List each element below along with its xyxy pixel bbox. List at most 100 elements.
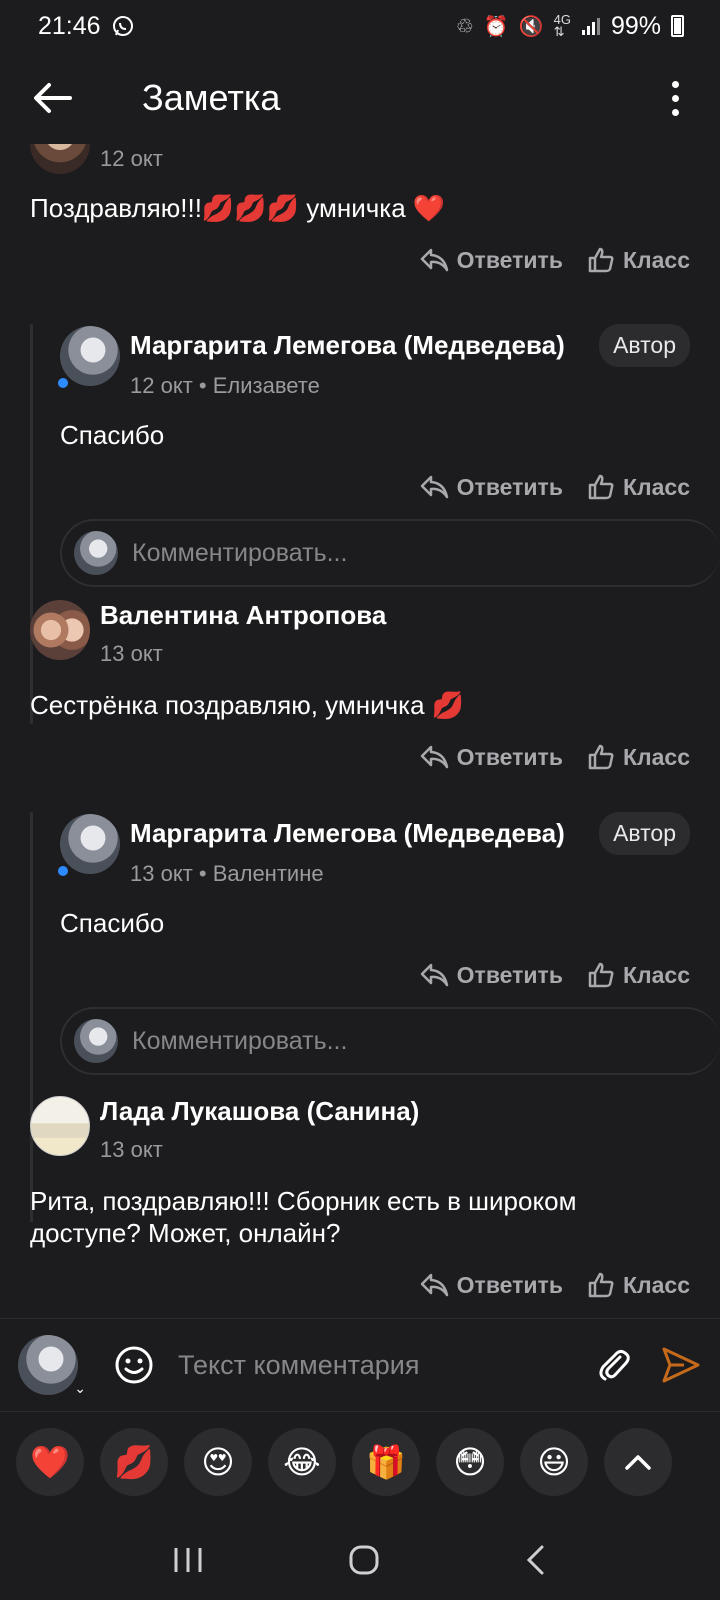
avatar[interactable] [56,814,120,878]
status-bar: 21:46 ♲ ⏰ 🔇 4G ⇅ 99% [0,0,720,52]
send-icon[interactable] [660,1345,702,1385]
reply-input[interactable]: Комментировать... [60,519,720,587]
profile-switcher[interactable]: ⌄ [18,1335,86,1396]
mute-icon: 🔇 [518,15,544,38]
like-button[interactable]: Класс [587,743,690,771]
chevron-up-icon [625,1455,651,1470]
avatar[interactable] [30,600,90,660]
back-nav-icon[interactable] [524,1544,548,1576]
comment-date: 13 окт [100,641,163,666]
more-dot [671,94,679,102]
online-indicator [56,864,70,878]
reaction-kiss[interactable]: 💋 [100,1428,168,1496]
reply-input-placeholder: Комментировать... [132,538,348,567]
reaction-gift[interactable]: 🎁 [352,1428,420,1496]
avatar[interactable] [30,144,90,174]
chevron-down-icon: ⌄ [74,1380,86,1396]
reaction-heart[interactable]: ❤️ [16,1428,84,1496]
reaction-laugh[interactable]: 😂 [268,1428,336,1496]
comment-text: Рита, поздравляю!!! Сборник есть в широк… [30,1186,577,1248]
like-button[interactable]: Класс [587,1271,690,1299]
more-dot [671,108,679,116]
more-dot [671,80,679,88]
thumbs-up-icon [588,744,614,770]
arrow-left-icon [34,83,72,113]
reply-button[interactable]: Ответить [419,961,563,989]
thumbs-up-icon [588,247,614,273]
reply-button[interactable]: Ответить [419,473,563,501]
reply-label: Ответить [456,961,563,988]
whatsapp-icon [112,16,133,36]
app-bar: Заметка [0,52,720,144]
back-button[interactable] [30,76,74,120]
alarm-icon: ⏰ [483,15,509,38]
battery-percent: 99% [610,11,661,40]
recent-apps-icon[interactable] [172,1545,204,1575]
reply-icon [420,745,448,769]
comment-text: Поздравляю!!!💋💋💋 умничка ❤️ [30,193,446,223]
reply-button[interactable]: Ответить [419,1271,563,1299]
author-name[interactable]: Валентина Антропова [100,600,690,631]
comment-input[interactable]: Текст комментария [178,1350,594,1381]
comment: 12 окт Поздравляю!!!💋💋💋 умничка ❤️ Ответ… [30,144,690,274]
4g-icon: 4G ⇅ [553,12,571,39]
thumbs-up-icon [588,962,614,988]
quick-reactions-bar: ❤️ 💋 😍 😂 🎁 😳 😃 [16,1428,672,1496]
comment-date: 12 окт [100,146,163,171]
like-button[interactable]: Класс [587,246,690,274]
thumbs-up-icon [588,474,614,500]
reply-button[interactable]: Ответить [419,743,563,771]
home-icon[interactable] [348,1544,380,1576]
status-time: 21:46 [38,11,101,40]
emoji-icon[interactable] [114,1345,154,1385]
thumbs-up-icon [588,1272,614,1298]
author-name[interactable]: Лада Лукашова (Санина) [100,1096,690,1127]
comment-text: Сестрёнка поздравляю, умничка 💋 [30,690,465,720]
comment-text: Спасибо [60,908,165,938]
reply-icon [420,475,448,499]
reaction-heart-eyes[interactable]: 😍 [184,1428,252,1496]
comment: Лада Лукашова (Санина) 13 окт Рита, позд… [30,1096,690,1299]
comment-actions: Ответить Класс [30,246,690,274]
author-badge: Автор [599,324,690,367]
reply-label: Ответить [456,1271,563,1298]
reply-input[interactable]: Комментировать... [60,1007,720,1075]
reaction-smile[interactable]: 😃 [520,1428,588,1496]
author-badge: Автор [599,812,690,855]
comment: Валентина Антропова 13 окт Сестрёнка поз… [30,600,690,771]
comments-feed[interactable]: 12 окт Поздравляю!!!💋💋💋 умничка ❤️ Ответ… [0,144,720,1318]
reply-icon [420,248,448,272]
avatar[interactable] [56,326,120,390]
comment-actions: Ответить Класс [60,473,690,501]
like-button[interactable]: Класс [587,473,690,501]
like-button[interactable]: Класс [587,961,690,989]
reply-input-placeholder: Комментировать... [132,1026,348,1055]
avatar [74,1019,118,1063]
avatar [18,1335,78,1395]
comment-actions: Ответить Класс [30,1271,690,1299]
like-label: Класс [622,1271,690,1298]
reply-label: Ответить [456,473,563,500]
system-nav-bar [0,1520,720,1600]
comment-date: 13 окт [100,1137,163,1162]
like-label: Класс [622,961,690,988]
attach-icon[interactable] [594,1345,634,1385]
author-name[interactable]: Маргарита Лемегова (Медведева) [130,330,591,361]
battery-icon [671,15,684,37]
signal-icon [581,18,600,35]
reaction-flushed[interactable]: 😳 [436,1428,504,1496]
author-name[interactable]: Маргарита Лемегова (Медведева) [130,818,591,849]
reply-label: Ответить [456,246,563,273]
expand-reactions-button[interactable] [604,1428,672,1496]
avatar [74,531,118,575]
like-label: Класс [622,743,690,770]
comment-actions: Ответить Класс [30,743,690,771]
more-options-button[interactable] [660,80,690,116]
avatar[interactable] [30,1096,90,1156]
comment-text: Спасибо [60,420,165,450]
reply-button[interactable]: Ответить [419,246,563,274]
comment-date: 13 окт • Валентине [130,861,324,886]
like-label: Класс [622,246,690,273]
reply-icon [420,1273,448,1297]
page-title: Заметка [142,77,281,118]
